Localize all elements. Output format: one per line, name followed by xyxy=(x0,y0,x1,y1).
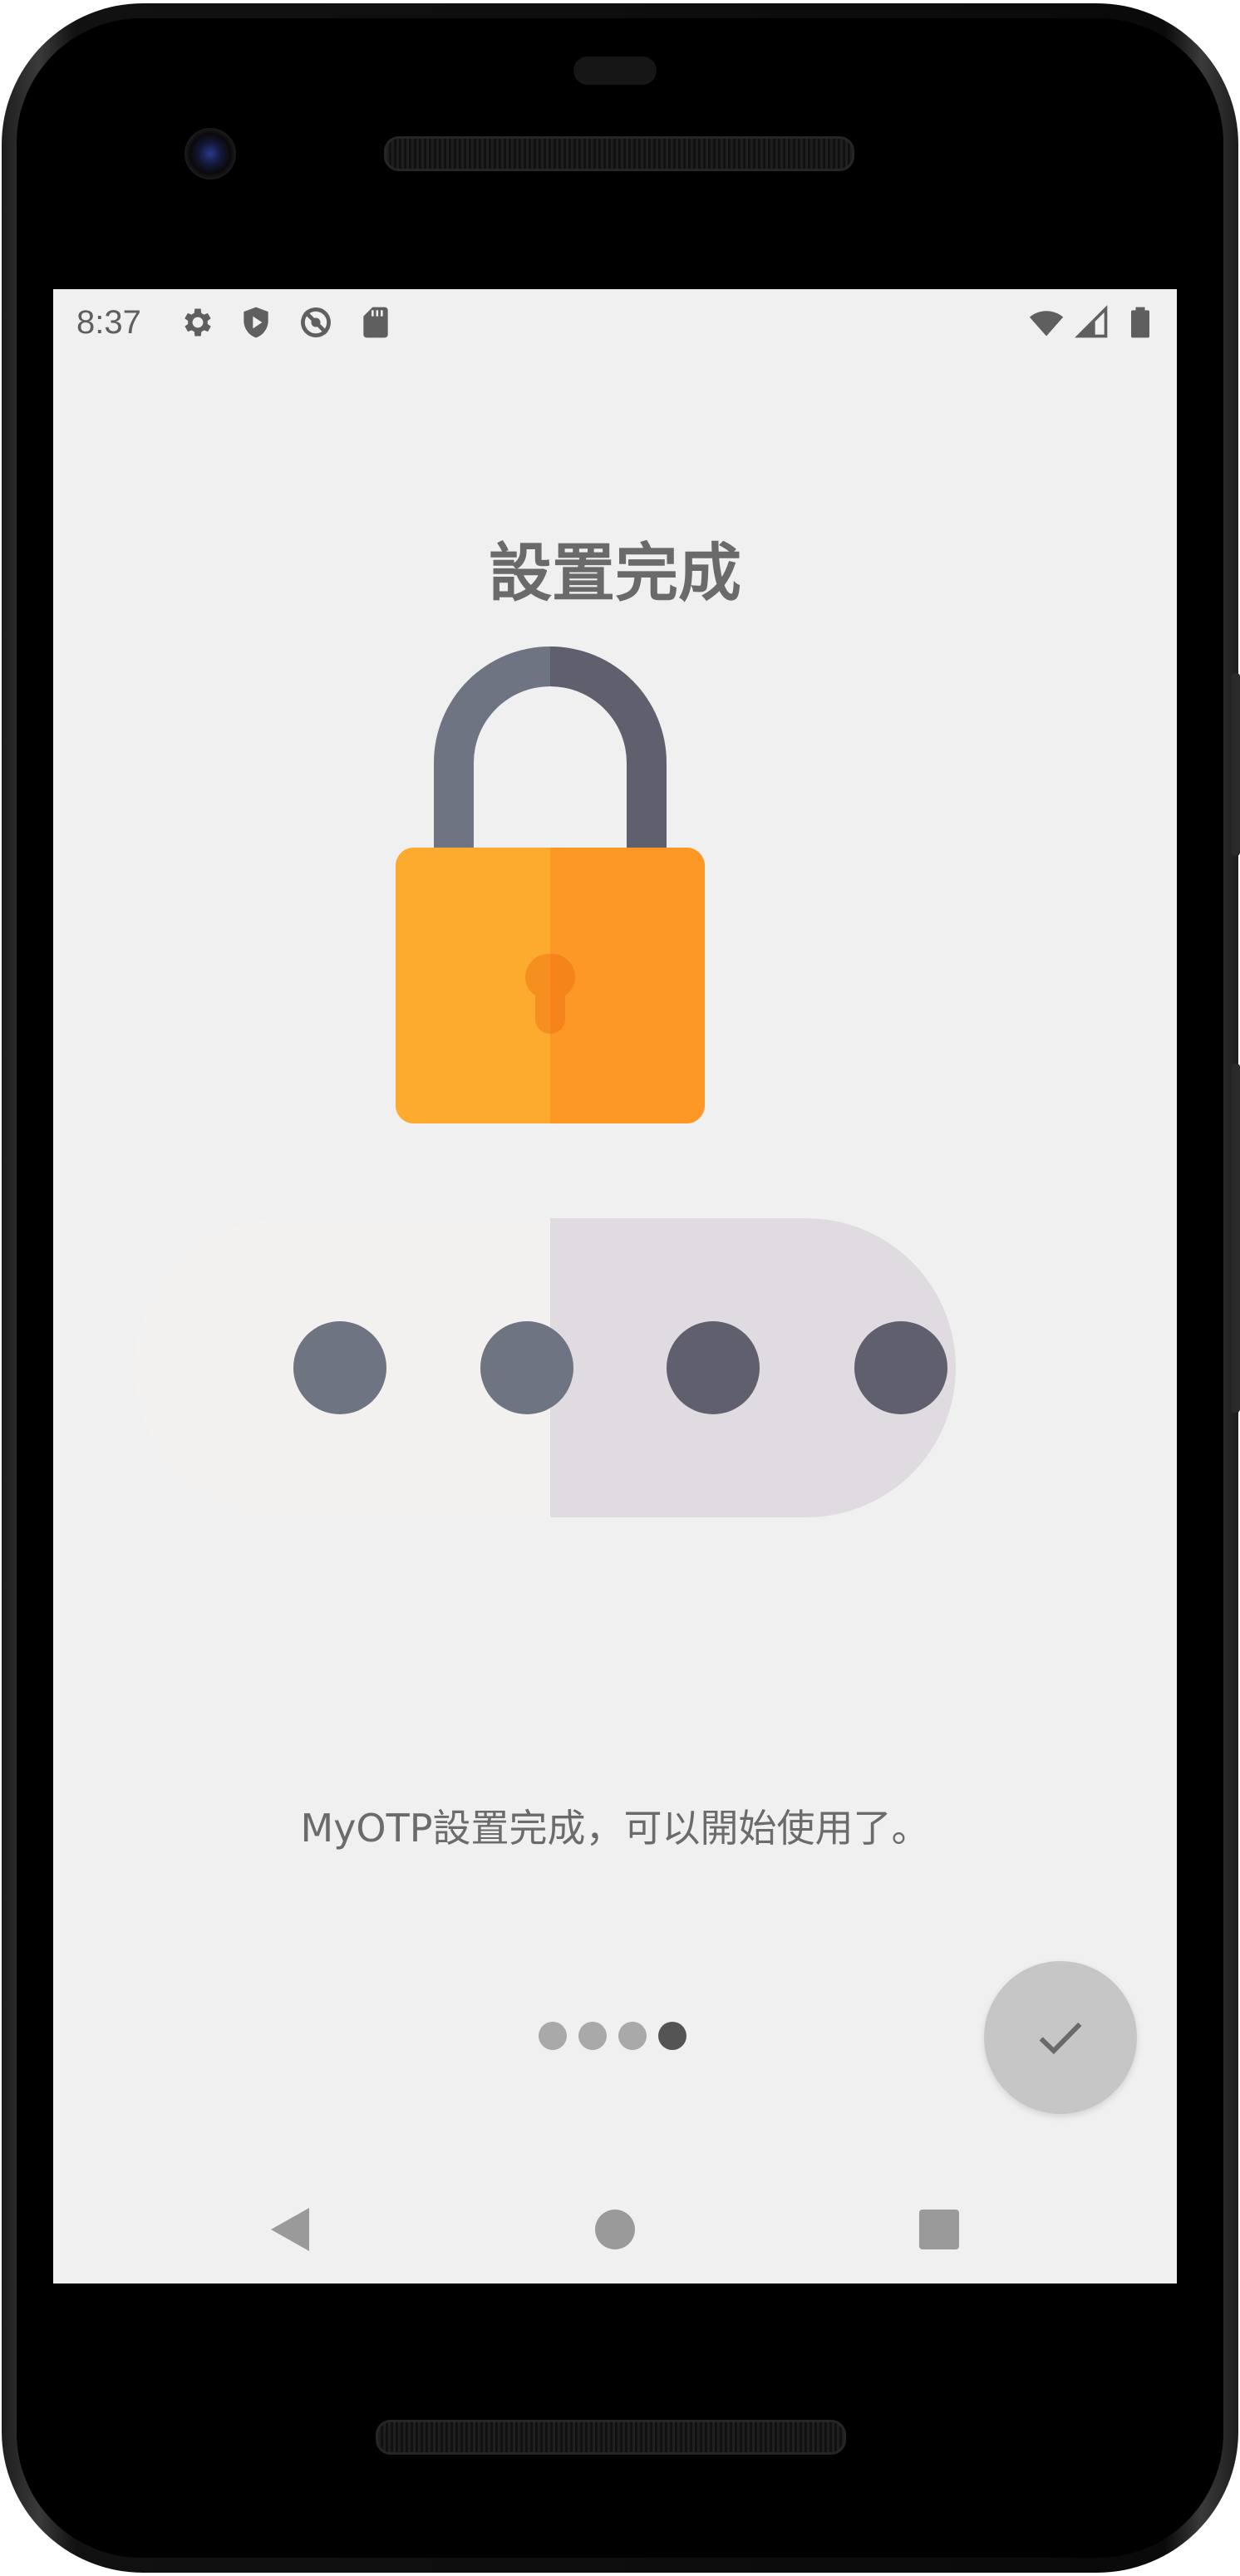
system-nav-bar xyxy=(53,2175,1177,2283)
page-dot-2[interactable] xyxy=(578,2022,607,2050)
page-dot-3[interactable] xyxy=(618,2022,647,2050)
nav-back-button[interactable] xyxy=(239,2175,339,2283)
shackle-left xyxy=(288,659,383,854)
power-button xyxy=(1232,673,1240,856)
app-screen: 8:37 設置完成 MyOTP設置完成，可以開始使用了。 xyxy=(53,289,1177,2283)
volume-button xyxy=(1232,1064,1240,1413)
bottom-speaker xyxy=(376,2420,846,2455)
page-dot-4-active[interactable] xyxy=(658,2022,686,2050)
front-camera xyxy=(185,128,236,179)
check-icon xyxy=(1039,2022,1082,2055)
back-icon xyxy=(271,2208,309,2251)
done-button[interactable] xyxy=(984,1961,1137,2114)
home-icon xyxy=(595,2210,635,2249)
nav-home-button[interactable] xyxy=(565,2175,665,2283)
page-indicator xyxy=(539,2022,686,2050)
padlock-password-icon xyxy=(135,646,956,1517)
nav-recents-button[interactable] xyxy=(889,2175,989,2283)
page-dot-1[interactable] xyxy=(539,2022,567,2050)
completion-message: MyOTP設置完成，可以開始使用了。 xyxy=(300,1806,930,1851)
recents-icon xyxy=(919,2210,959,2249)
front-sensor xyxy=(573,57,657,85)
top-speaker xyxy=(384,136,854,171)
